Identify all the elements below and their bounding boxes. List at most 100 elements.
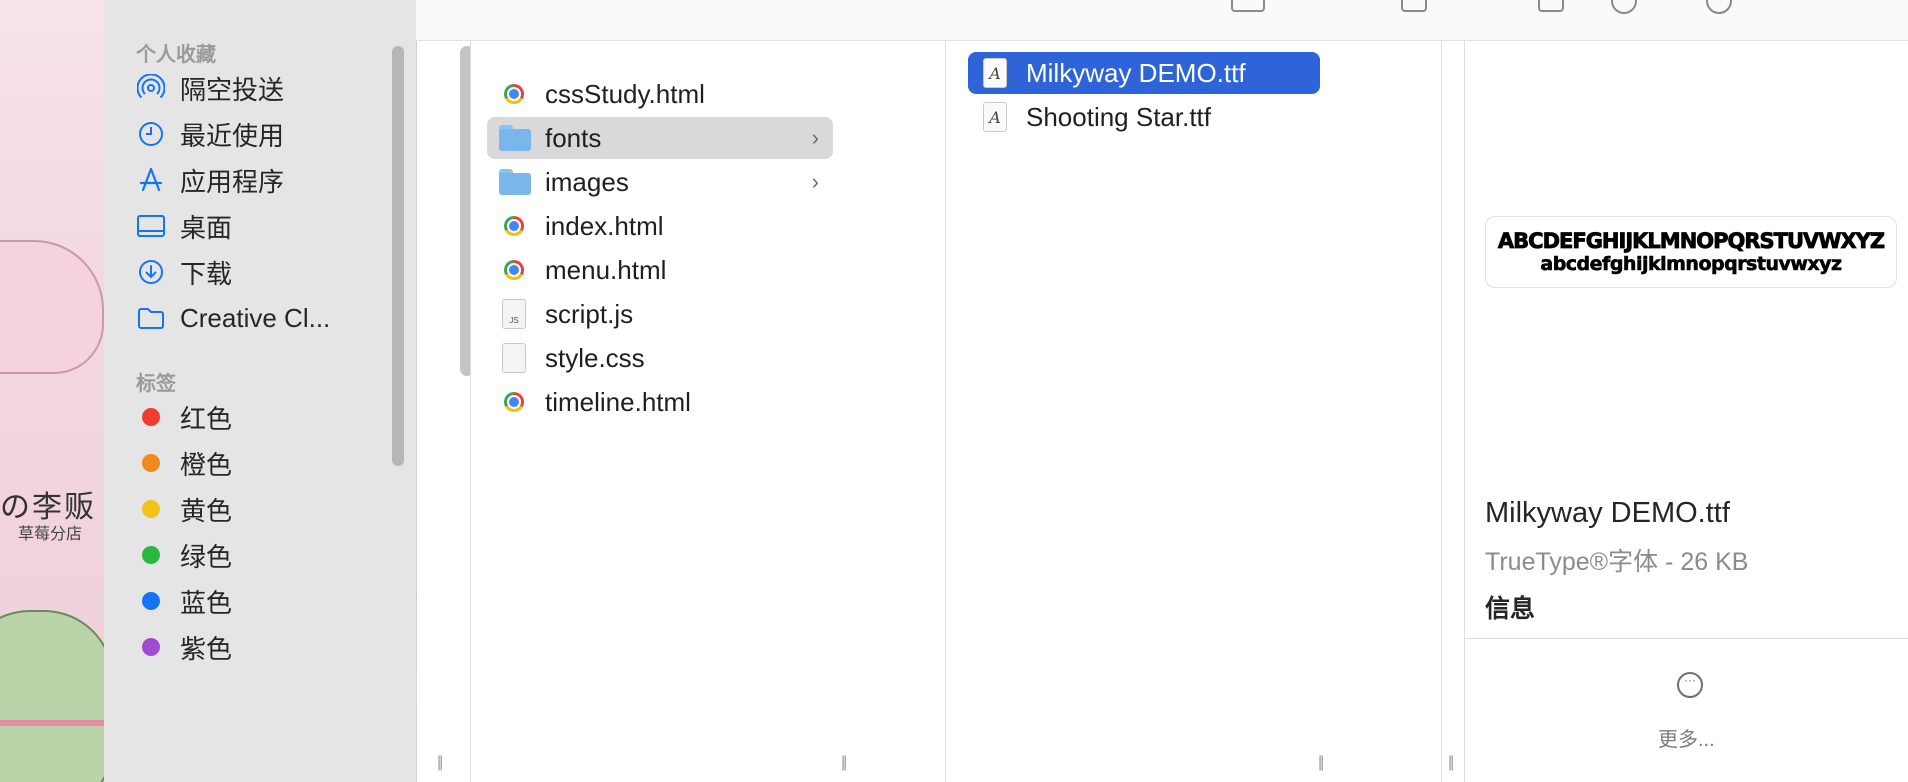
list-item-style[interactable]: style.css <box>487 337 833 379</box>
preview-file-meta: TrueType®字体 - 26 KB <box>1485 548 1749 576</box>
column-spacer: || <box>1442 41 1464 782</box>
sidebar-item-label: Creative Cl... <box>180 302 331 333</box>
tag-dot-icon <box>136 540 166 570</box>
tag-dot-icon <box>136 494 166 524</box>
file-name: timeline.html <box>545 386 691 417</box>
sidebar-item-label: 下载 <box>180 258 233 289</box>
sidebar-tag-label: 蓝色 <box>180 587 233 618</box>
file-name: index.html <box>545 210 664 241</box>
column-resize-handle[interactable]: || <box>1448 754 1454 772</box>
desktop-icon <box>136 211 166 241</box>
folder-icon <box>499 167 531 197</box>
column-resize-handle[interactable]: || <box>1318 754 1324 772</box>
chevron-right-icon: › <box>811 169 819 194</box>
tag-dot-icon <box>136 586 166 616</box>
column-project-files: cssStudy.html fonts › images › index.htm… <box>471 41 857 782</box>
sidebar-tag-yellow[interactable]: 黄色 <box>136 488 386 530</box>
column-resize-handle[interactable]: || <box>437 754 443 772</box>
sidebar-tag-label: 红色 <box>180 403 233 434</box>
sidebar-item-label: 应用程序 <box>180 166 285 197</box>
airdrop-icon <box>136 73 166 103</box>
tag-dot-icon <box>136 402 166 432</box>
font-file-icon: A <box>980 102 1010 132</box>
more-actions-icon[interactable] <box>1706 0 1732 14</box>
chevron-right-icon: › <box>811 125 819 150</box>
tag-dot-icon <box>136 448 166 478</box>
list-item-menu[interactable]: menu.html <box>487 249 833 291</box>
tag-dot-icon <box>136 632 166 662</box>
file-name: style.css <box>545 342 645 373</box>
js-file-icon: JS <box>499 299 529 329</box>
list-item-images[interactable]: images › <box>487 161 833 203</box>
sidebar-tag-label: 绿色 <box>180 541 233 572</box>
chrome-html-icon <box>499 211 529 241</box>
font-preview-sample: ABCDEFGHIJKLMNOPQRSTUVWXYZ abcdefghijklm… <box>1485 216 1897 288</box>
preview-pane: ABCDEFGHIJKLMNOPQRSTUVWXYZ abcdefghijklm… <box>1465 41 1908 782</box>
folder-icon <box>136 303 166 333</box>
sidebar-tag-purple[interactable]: 紫色 <box>136 626 386 668</box>
chrome-html-icon <box>499 255 529 285</box>
column-fonts: A Milkyway DEMO.ttf A Shooting Star.ttf … <box>946 41 1332 782</box>
chrome-html-icon <box>499 79 529 109</box>
sidebar-tag-orange[interactable]: 橙色 <box>136 442 386 484</box>
css-file-icon <box>499 343 529 373</box>
folder-icon <box>499 123 531 153</box>
list-item-fonts[interactable]: fonts › <box>487 117 833 159</box>
sidebar-item-desktop[interactable]: 桌面 <box>136 205 386 247</box>
divider <box>1465 638 1908 639</box>
sidebar-tag-label: 黄色 <box>180 495 233 526</box>
sidebar-item-applications[interactable]: 应用程序 <box>136 159 386 201</box>
file-name: menu.html <box>545 254 667 285</box>
tags-heading: 标签 <box>136 373 176 395</box>
applications-icon <box>136 165 166 195</box>
list-item-script[interactable]: JS script.js <box>487 293 833 335</box>
chrome-html-icon <box>499 387 529 417</box>
font-file-icon: A <box>980 58 1010 88</box>
wallpaper-handwriting-small: 草莓分店 <box>18 524 83 543</box>
sidebar-item-recents[interactable]: 最近使用 <box>136 113 386 155</box>
download-icon <box>136 257 166 287</box>
file-name: Milkyway DEMO.ttf <box>1026 57 1246 88</box>
sidebar-tag-red[interactable]: 红色 <box>136 396 386 438</box>
wallpaper-rope <box>0 720 104 726</box>
file-name: Shooting Star.ttf <box>1026 101 1212 132</box>
desktop-wallpaper: の李贩 草莓分店 <box>0 0 104 782</box>
sidebar-item-label: 桌面 <box>180 212 233 243</box>
tag-icon[interactable] <box>1611 0 1637 14</box>
more-icon[interactable]: ··· <box>1677 672 1703 698</box>
finder-toolbar <box>416 0 1908 41</box>
file-name: script.js <box>545 298 634 329</box>
favorites-heading: 个人收藏 <box>136 44 216 66</box>
sidebar-tag-label: 橙色 <box>180 449 233 480</box>
font-sample-uppercase: ABCDEFGHIJKLMNOPQRSTUVWXYZ <box>1497 229 1886 254</box>
list-item-shooting-star-font[interactable]: A Shooting Star.ttf <box>968 96 1320 138</box>
sidebar-tag-label: 紫色 <box>180 633 233 664</box>
sidebar-item-downloads[interactable]: 下载 <box>136 251 386 293</box>
sidebar-item-label: 隔空投送 <box>180 74 285 105</box>
list-item-cssstudy[interactable]: cssStudy.html <box>487 73 833 115</box>
file-name: images <box>545 166 629 197</box>
share-icon[interactable] <box>1538 0 1564 12</box>
finder-sidebar: 个人收藏 隔空投送 最近使用 应用程序 桌面 下载 Creative Cl...… <box>104 0 417 782</box>
preview-file-name: Milkyway DEMO.ttf <box>1485 497 1730 529</box>
font-sample-lowercase: abcdefghijklmnopqrstuvwxyz <box>1540 253 1842 276</box>
file-name: fonts <box>545 122 602 153</box>
list-item-timeline[interactable]: timeline.html <box>487 381 833 423</box>
sidebar-tag-green[interactable]: 绿色 <box>136 534 386 576</box>
list-item-index[interactable]: index.html <box>487 205 833 247</box>
list-item-milkyway-font[interactable]: A Milkyway DEMO.ttf <box>968 52 1320 94</box>
sidebar-scrollbar[interactable] <box>392 46 404 466</box>
sidebar-tag-blue[interactable]: 蓝色 <box>136 580 386 622</box>
clock-icon <box>136 119 166 149</box>
preview-info-heading: 信息 <box>1485 595 1536 623</box>
group-icon[interactable] <box>1401 0 1427 12</box>
sidebar-item-creative-cloud[interactable]: Creative Cl... <box>136 297 386 339</box>
sidebar-item-airdrop[interactable]: 隔空投送 <box>136 67 386 109</box>
file-name: cssStudy.html <box>545 78 705 109</box>
wallpaper-cloud-illustration <box>0 240 104 374</box>
sidebar-item-label: 最近使用 <box>180 120 285 151</box>
more-button[interactable]: 更多... <box>1658 723 1715 752</box>
wallpaper-leaf-illustration <box>0 610 104 782</box>
column-resize-handle[interactable]: || <box>841 754 847 772</box>
view-mode-icon[interactable] <box>1231 0 1265 12</box>
